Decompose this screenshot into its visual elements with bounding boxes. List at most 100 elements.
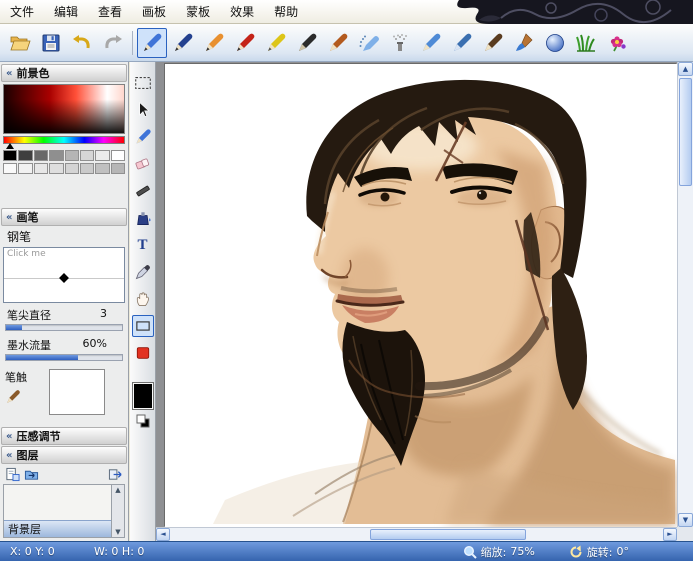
dark-brush-tool-button[interactable] [478, 28, 508, 58]
color-gradient-field[interactable] [3, 84, 125, 134]
charcoal-stick-icon [134, 182, 152, 200]
save-button[interactable] [36, 28, 66, 58]
layer-list-scrollbar[interactable]: ▲ ▼ [111, 485, 124, 537]
menu-item-effects[interactable]: 效果 [220, 0, 264, 24]
layers-header[interactable]: « 图层 [1, 446, 127, 464]
brush-curve-editor[interactable]: Click me [3, 247, 125, 303]
color-swatch[interactable] [3, 150, 17, 161]
tip-diameter-slider[interactable] [5, 324, 123, 331]
ink-pen-tool-button[interactable] [168, 28, 198, 58]
menu-item-file[interactable]: 文件 [0, 0, 44, 24]
color-swatch[interactable] [65, 163, 79, 174]
canvas[interactable] [165, 64, 677, 527]
hue-slider[interactable] [3, 136, 125, 149]
menu-item-mask[interactable]: 蒙板 [176, 0, 220, 24]
color-swatch[interactable] [3, 163, 17, 174]
blend-sphere-tool-button[interactable] [540, 28, 570, 58]
horizontal-scrollbar[interactable]: ◄ ► [156, 527, 677, 541]
color-swatch[interactable] [34, 150, 48, 161]
fill-tool[interactable] [132, 207, 154, 229]
scroll-down-icon[interactable]: ▼ [115, 528, 120, 536]
airbrush-tool-button[interactable] [354, 28, 384, 58]
foreground-color-well[interactable] [133, 383, 153, 409]
foreground-color-header[interactable]: « 前景色 [1, 64, 127, 82]
pen-tool-button[interactable] [137, 28, 167, 58]
scroll-right-button[interactable]: ► [663, 528, 677, 541]
pen-icon [141, 32, 163, 54]
flat-brush-tool-button[interactable] [447, 28, 477, 58]
pressure-header[interactable]: « 压感调节 [1, 427, 127, 445]
color-swatch[interactable] [95, 150, 109, 161]
rectangle-tool[interactable] [132, 315, 154, 337]
collapse-icon: « [6, 212, 12, 223]
flat-brush-icon [451, 32, 473, 54]
scroll-up-icon[interactable]: ▲ [115, 486, 120, 494]
paint-brush-icon [513, 32, 535, 54]
move-tool[interactable] [132, 99, 154, 121]
hue-slider-marker[interactable] [6, 143, 14, 149]
grass-tool-button[interactable] [571, 28, 601, 58]
layer-options-icon[interactable] [108, 467, 123, 482]
layer-list: 背景层 ▲ ▼ [3, 484, 125, 538]
swap-colors-icon[interactable] [136, 414, 150, 428]
color-swatch[interactable] [95, 163, 109, 174]
redo-button[interactable] [98, 28, 128, 58]
menu-item-edit[interactable]: 编辑 [44, 0, 88, 24]
eyedropper-tool[interactable] [132, 261, 154, 283]
duplicate-layer-icon[interactable] [24, 467, 39, 482]
layers-title: 图层 [16, 447, 38, 463]
hand-tool[interactable] [132, 288, 154, 310]
menu-item-view[interactable]: 查看 [88, 0, 132, 24]
horizontal-scroll-thumb[interactable] [370, 529, 526, 540]
charcoal-stick-tool[interactable] [132, 180, 154, 202]
scroll-up-button[interactable]: ▲ [678, 62, 693, 76]
menu-item-canvas[interactable]: 画板 [132, 0, 176, 24]
scroll-down-button[interactable]: ▼ [678, 513, 693, 527]
menu-item-help[interactable]: 帮助 [264, 0, 308, 24]
status-coordinates: X: 0 Y: 0 [4, 545, 88, 558]
color-swatch[interactable] [80, 163, 94, 174]
ballpoint-tool-button[interactable] [230, 28, 260, 58]
color-swatch[interactable] [18, 163, 32, 174]
color-swatch[interactable] [111, 150, 125, 161]
color-swatch[interactable] [80, 150, 94, 161]
ink-flow-slider[interactable] [5, 354, 123, 361]
eraser-icon [134, 155, 152, 173]
curve-point-handle[interactable] [59, 273, 69, 283]
pen-tool[interactable] [132, 126, 154, 148]
watercolor-tool-button[interactable] [416, 28, 446, 58]
charcoal-tool-button[interactable] [292, 28, 322, 58]
vertical-scroll-track[interactable] [678, 76, 693, 513]
vertical-scrollbar[interactable]: ▲ ▼ [677, 62, 693, 527]
horizontal-scroll-track[interactable] [170, 528, 663, 541]
add-layer-icon[interactable] [5, 467, 20, 482]
text-tool[interactable]: T [132, 234, 154, 256]
layer-item-background[interactable]: 背景层 [4, 520, 111, 537]
spray-tool-button[interactable] [385, 28, 415, 58]
marquee-icon [133, 73, 153, 93]
paint-brush-tool-button[interactable] [509, 28, 539, 58]
pencil-tool-button[interactable] [199, 28, 229, 58]
color-swatch[interactable] [18, 150, 32, 161]
scroll-left-button[interactable]: ◄ [156, 528, 170, 541]
brush-header[interactable]: « 画笔 [1, 208, 127, 226]
zoom-indicator[interactable]: 缩放: 75% [463, 544, 535, 560]
color-swatch[interactable] [65, 150, 79, 161]
hue-bar[interactable] [3, 136, 125, 144]
flower-tool-button[interactable] [602, 28, 632, 58]
rotation-value: 0° [617, 545, 630, 558]
pastel-tool-button[interactable] [323, 28, 353, 58]
color-swatch[interactable] [111, 163, 125, 174]
red-swatch-tool[interactable] [132, 342, 154, 364]
marquee-select-tool[interactable] [132, 72, 154, 94]
rotation-indicator[interactable]: 旋转: 0° [569, 544, 629, 560]
tip-diameter-value: 3 [100, 307, 107, 323]
vertical-scroll-thumb[interactable] [679, 78, 692, 186]
color-swatch[interactable] [49, 163, 63, 174]
eraser-tool[interactable] [132, 153, 154, 175]
color-swatch[interactable] [34, 163, 48, 174]
marker-tool-button[interactable] [261, 28, 291, 58]
open-button[interactable] [5, 28, 35, 58]
color-swatch[interactable] [49, 150, 63, 161]
undo-button[interactable] [67, 28, 97, 58]
